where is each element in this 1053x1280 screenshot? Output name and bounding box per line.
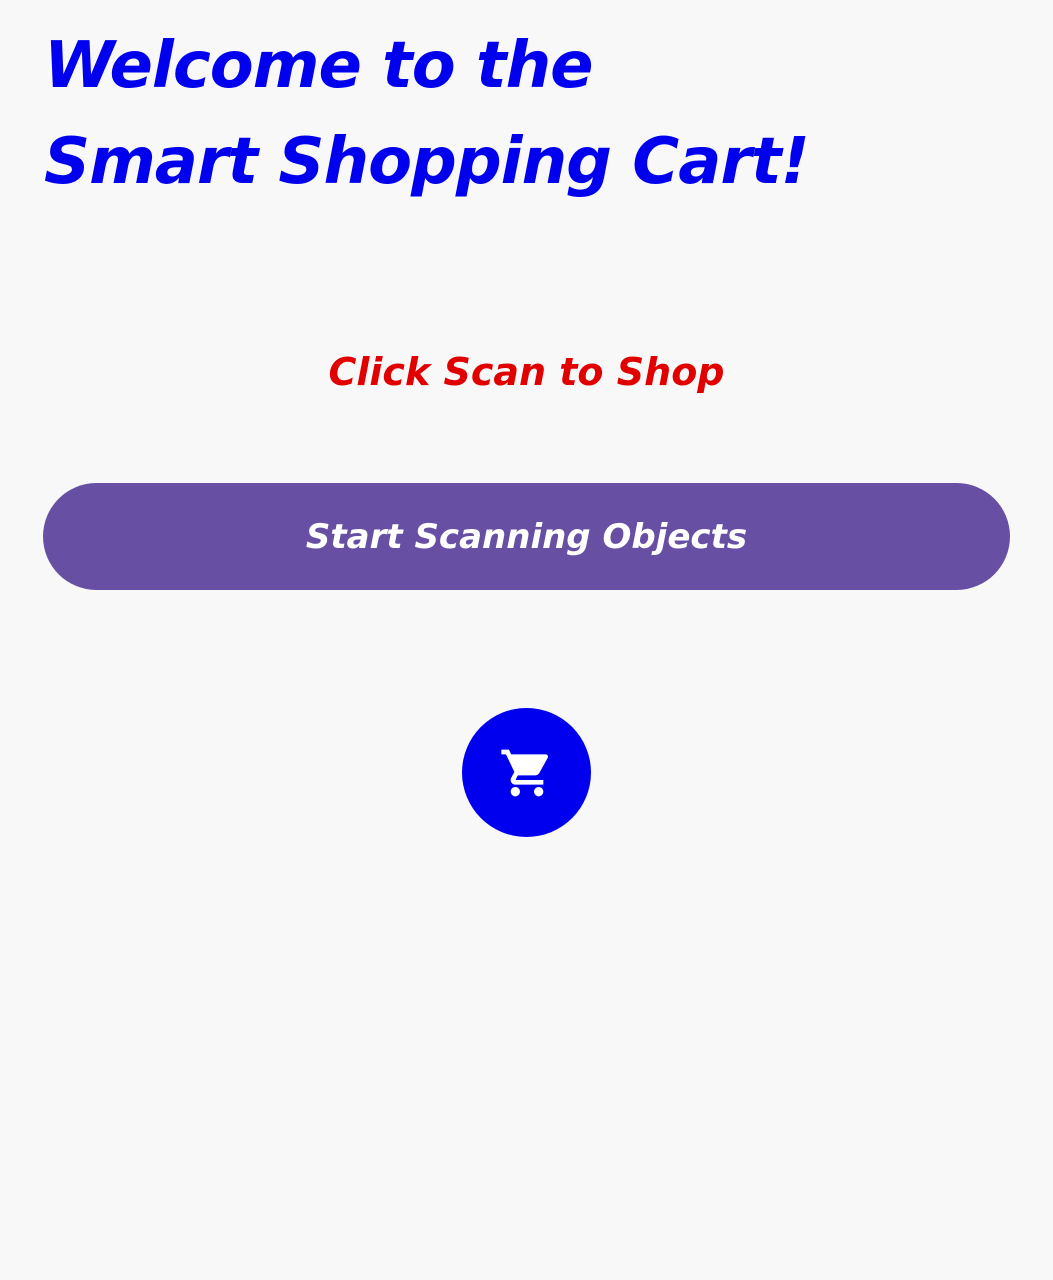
app-screen: Welcome to the Smart Shopping Cart! Clic… (0, 0, 1053, 1280)
start-scanning-button[interactable]: Start Scanning Objects (43, 483, 1010, 590)
scan-instruction: Click Scan to Shop (328, 350, 725, 394)
cart-button[interactable] (462, 708, 591, 837)
start-scanning-label: Start Scanning Objects (305, 516, 748, 557)
shopping-cart-icon (500, 749, 548, 796)
page-title: Welcome to the Smart Shopping Cart! (44, 29, 810, 199)
